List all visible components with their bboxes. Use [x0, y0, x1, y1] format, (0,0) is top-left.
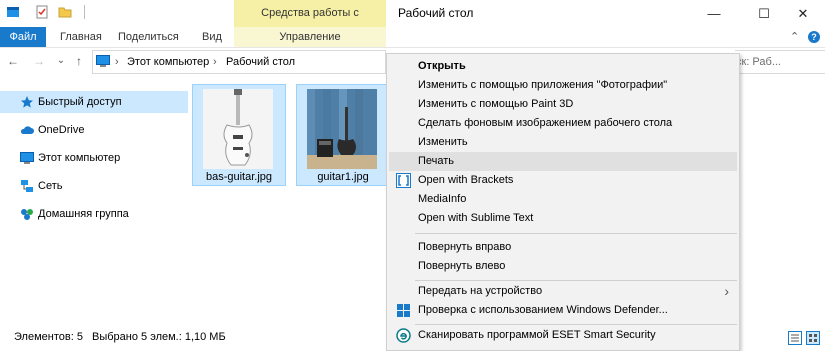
tab-share[interactable]: Поделиться [118, 27, 179, 47]
menu-item-open-with-sublime[interactable]: Open with Sublime Text [389, 209, 737, 228]
close-button[interactable]: ✕ [781, 0, 825, 27]
tab-manage[interactable]: Управление [234, 27, 386, 47]
submenu-arrow-icon: › [724, 283, 729, 299]
sidebar-item-onedrive[interactable]: OneDrive [0, 119, 188, 141]
menu-item-label: Передать на устройство [418, 285, 543, 297]
guitar-thumbnail [307, 89, 377, 169]
menu-item-label: MediaInfo [418, 193, 467, 205]
menu-item-open-with-brackets[interactable]: Open with Brackets [389, 171, 737, 190]
menu-item-cast-to-device[interactable]: Передать на устройство › [389, 282, 737, 301]
sidebar-item-label: Этот компьютер [38, 152, 121, 164]
file-item[interactable]: bas-guitar.jpg [192, 84, 286, 186]
new-folder-icon[interactable] [58, 5, 72, 19]
menu-item-rotate-right[interactable]: Повернуть вправо [389, 238, 737, 257]
network-icon [21, 180, 33, 192]
breadcrumb-this-pc[interactable]: Этот компьютер [127, 51, 209, 73]
menu-item-label: Изменить с помощью приложения "Фотографи… [418, 79, 668, 91]
search-input[interactable]: ск: Раб... [735, 50, 825, 74]
context-menu: Открыть Изменить с помощью приложения "Ф… [386, 53, 740, 351]
navigation-pane: Быстрый доступ OneDrive Этот компьютер С… [0, 80, 190, 320]
menu-item-label: Повернуть влево [418, 260, 506, 272]
properties-icon[interactable] [35, 5, 49, 19]
menu-separator [415, 324, 737, 325]
sidebar-item-label: OneDrive [38, 124, 85, 136]
star-icon [21, 96, 33, 108]
menu-item-set-as-desktop-background[interactable]: Сделать фоновым изображением рабочего ст… [389, 114, 737, 133]
brackets-icon [396, 173, 411, 188]
minimize-button[interactable]: — [692, 0, 736, 27]
file-name: guitar1.jpg [317, 171, 369, 183]
computer-icon [20, 152, 34, 164]
menu-item-label: Повернуть вправо [418, 241, 512, 253]
menu-item-mediainfo[interactable]: MediaInfo [389, 190, 737, 209]
sidebar-item-label: Сеть [38, 180, 63, 192]
menu-item-label: Печать [418, 155, 455, 167]
window-title: Рабочий стол [398, 6, 474, 20]
large-icons-view-icon[interactable] [806, 331, 820, 345]
sidebar-item-homegroup[interactable]: Домашняя группа [0, 203, 188, 225]
sidebar-item-label: Быстрый доступ [38, 96, 122, 108]
tab-view[interactable]: Вид [202, 27, 222, 47]
status-selection: Выбрано 5 элем.: 1,10 МБ [92, 331, 226, 343]
bass-guitar-thumbnail [203, 89, 273, 169]
computer-icon [96, 55, 110, 67]
status-item-count: Элементов: 5 [14, 331, 83, 343]
forward-button[interactable]: → [32, 54, 46, 68]
breadcrumb-desktop[interactable]: Рабочий стол [226, 51, 295, 73]
address-bar[interactable]: › Этот компьютер › Рабочий стол [92, 50, 386, 74]
menu-item-edit-with-photos[interactable]: Изменить с помощью приложения "Фотографи… [389, 76, 737, 95]
menu-item-label: Изменить с помощью Paint 3D [418, 98, 574, 110]
menu-item-rotate-left[interactable]: Повернуть влево [389, 257, 737, 276]
breadcrumb-separator: › [213, 56, 217, 68]
maximize-icon: ☐ [758, 5, 770, 21]
menu-item-edit-with-paint3d[interactable]: Изменить с помощью Paint 3D [389, 95, 737, 114]
file-name: bas-guitar.jpg [205, 171, 273, 183]
details-view-icon[interactable] [788, 331, 802, 345]
ribbon-collapse-icon[interactable]: ⌃ [790, 27, 799, 47]
up-button[interactable]: ↑ [72, 54, 86, 68]
search-placeholder: ск: Раб... [736, 56, 781, 68]
close-icon: ✕ [797, 5, 809, 21]
tab-file[interactable]: Файл [0, 27, 46, 47]
sidebar-item-this-pc[interactable]: Этот компьютер [0, 147, 188, 169]
sidebar-item-network[interactable]: Сеть [0, 175, 188, 197]
sidebar-item-quick-access[interactable]: Быстрый доступ [0, 91, 188, 113]
minimize-icon: — [707, 6, 721, 21]
menu-item-label: Сделать фоновым изображением рабочего ст… [418, 117, 673, 129]
contextual-tab-group: Средства работы с рисунками [234, 0, 386, 46]
menu-item-label: Сканировать программой ESET Smart Securi… [418, 329, 656, 341]
eset-icon [396, 328, 411, 343]
menu-item-label: Open with Brackets [418, 174, 514, 186]
back-button[interactable]: ← [6, 54, 20, 68]
menu-item-label: Open with Sublime Text [418, 212, 534, 224]
cloud-icon [20, 126, 34, 134]
tab-home[interactable]: Главная [60, 27, 102, 47]
recent-locations-button[interactable]: ⌄ [54, 54, 68, 68]
menu-item-label: Изменить [418, 136, 468, 148]
menu-item-print[interactable]: Печать [389, 152, 737, 171]
explorer-window-icon [7, 7, 19, 17]
menu-item-open[interactable]: Открыть [389, 57, 737, 76]
menu-item-windows-defender-scan[interactable]: Проверка с использованием Windows Defend… [389, 301, 737, 320]
menu-item-eset-scan[interactable]: Сканировать программой ESET Smart Securi… [389, 326, 737, 345]
breadcrumb-separator: › [115, 56, 119, 68]
help-icon[interactable]: ? [808, 31, 820, 43]
sidebar-item-label: Домашняя группа [38, 208, 129, 220]
menu-separator [415, 280, 737, 281]
maximize-button[interactable]: ☐ [742, 0, 786, 27]
quick-access-separator [84, 5, 85, 19]
windows-defender-icon [397, 304, 410, 317]
menu-separator [415, 233, 737, 234]
menu-item-label: Открыть [418, 60, 466, 72]
menu-item-label: Проверка с использованием Windows Defend… [418, 304, 668, 316]
file-item[interactable]: guitar1.jpg [296, 84, 390, 186]
homegroup-icon [21, 209, 33, 220]
menu-item-edit[interactable]: Изменить [389, 133, 737, 152]
